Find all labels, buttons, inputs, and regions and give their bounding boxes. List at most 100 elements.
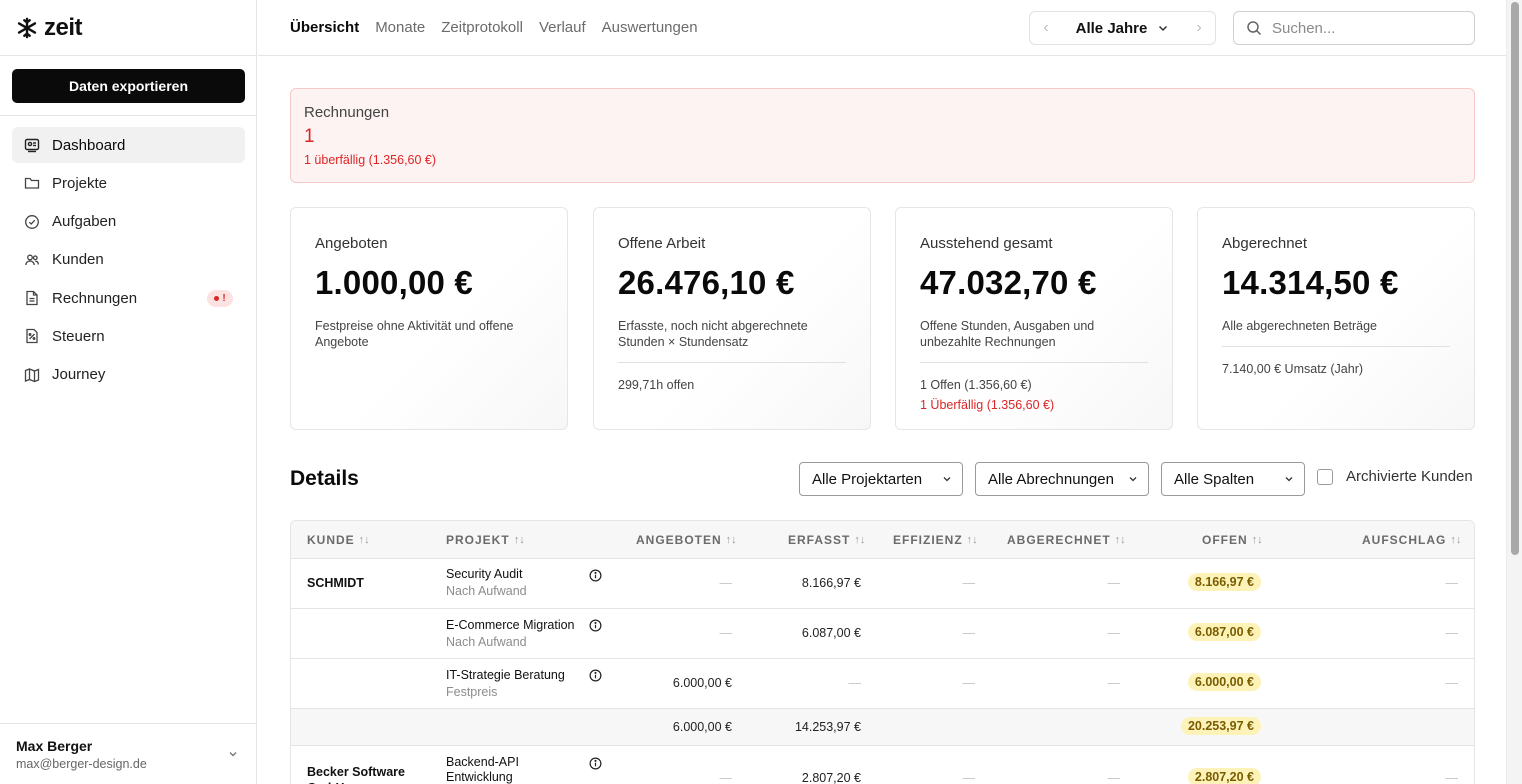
project-name: IT-Strategie Beratung bbox=[446, 668, 565, 682]
invoice-alert[interactable]: Rechnungen 1 1 überfällig (1.356,60 €) bbox=[290, 88, 1475, 183]
project-cell[interactable]: Security Audit Nach Aufwand bbox=[446, 567, 527, 598]
column-header-kunde[interactable]: KUNDE ↑↓ bbox=[307, 533, 370, 547]
project-type: Nach Aufwand bbox=[446, 584, 527, 598]
column-header-offen[interactable]: OFFEN ↑↓ bbox=[1202, 533, 1263, 547]
sidebar-item-kunden[interactable]: Kunden bbox=[12, 242, 245, 278]
card-divider bbox=[1222, 346, 1450, 347]
header-label: ERFASST bbox=[788, 533, 851, 547]
archived-customers-toggle[interactable]: Archivierte Kunden bbox=[1317, 468, 1473, 485]
subtotal-recorded: 14.253,97 € bbox=[794, 720, 861, 734]
customer-name[interactable]: SCHMIDT bbox=[307, 576, 364, 590]
stat-card-offene-arbeit: Offene Arbeit 26.476,10 € Erfasste, noch… bbox=[593, 207, 871, 430]
sidebar-item-aufgaben[interactable]: Aufgaben bbox=[12, 204, 245, 240]
info-icon[interactable] bbox=[589, 669, 602, 682]
card-description: Alle abgerechneten Beträge bbox=[1222, 319, 1377, 333]
chevron-right-icon[interactable]: › bbox=[1183, 19, 1215, 37]
offered-value: — bbox=[719, 576, 733, 590]
archived-checkbox[interactable] bbox=[1317, 468, 1333, 485]
efficiency-value: — bbox=[962, 626, 976, 640]
alert-title: Rechnungen bbox=[304, 104, 390, 121]
card-description: Offene Stunden, Ausgaben und unbezahlte … bbox=[920, 319, 1095, 349]
sidebar: zeit Daten exportieren Dashboard Projekt… bbox=[0, 0, 257, 784]
tab-verlauf[interactable]: Verlauf bbox=[539, 19, 586, 36]
card-label: Offene Arbeit bbox=[618, 235, 706, 252]
sort-icon: ↑↓ bbox=[1114, 534, 1126, 546]
subtotal-open-badge: 20.253,97 € bbox=[1180, 717, 1261, 735]
tab-uebersicht[interactable]: Übersicht bbox=[290, 19, 359, 36]
chevron-down-icon bbox=[229, 752, 237, 757]
sidebar-item-steuern[interactable]: Steuern bbox=[12, 318, 245, 354]
project-name: E-Commerce Migration bbox=[446, 618, 575, 632]
project-name[interactable]: Backend-API Entwicklung bbox=[446, 755, 566, 784]
scrollbar-thumb[interactable] bbox=[1511, 2, 1519, 555]
card-value: 47.032,70 € bbox=[920, 264, 1097, 301]
sort-icon: ↑↓ bbox=[966, 534, 978, 546]
table-header: KUNDE ↑↓ PROJEKT ↑↓ ANGEBOTEN ↑↓ ERFASST ↑↓ … bbox=[291, 521, 1474, 559]
sidebar-item-label: Journey bbox=[52, 366, 106, 384]
table-row[interactable]: E-Commerce Migration Nach Aufwand — 6.08… bbox=[291, 609, 1474, 659]
open-amount-badge: 6.000,00 € bbox=[1187, 673, 1261, 691]
sidebar-divider bbox=[0, 115, 257, 116]
column-header-angeboten[interactable]: ANGEBOTEN ↑↓ bbox=[636, 533, 737, 547]
card-value: 26.476,10 € bbox=[618, 264, 795, 301]
billing-filter[interactable]: Alle Abrechnungen bbox=[975, 462, 1149, 496]
project-cell[interactable]: IT-Strategie Beratung Festpreis bbox=[446, 668, 565, 699]
search-input[interactable] bbox=[1272, 19, 1462, 37]
sidebar-item-label: Projekte bbox=[52, 174, 108, 192]
project-type-filter[interactable]: Alle Projektarten bbox=[799, 462, 963, 496]
columns-filter[interactable]: Alle Spalten bbox=[1161, 462, 1305, 496]
table-row[interactable]: Becker Software GmbH Backend-API Entwick… bbox=[291, 746, 1474, 784]
info-icon[interactable] bbox=[589, 619, 602, 632]
header-label: AUFSCHLAG bbox=[1362, 533, 1447, 547]
header-label: EFFIZIENZ bbox=[893, 533, 963, 547]
export-data-button[interactable]: Daten exportieren bbox=[12, 69, 245, 103]
sidebar-item-projekte[interactable]: Projekte bbox=[12, 165, 245, 201]
sidebar-item-label: Aufgaben bbox=[52, 213, 117, 231]
column-header-erfasst[interactable]: ERFASST ↑↓ bbox=[788, 533, 865, 547]
page-scrollbar[interactable] bbox=[1506, 0, 1522, 784]
user-name: Max Berger bbox=[16, 738, 93, 754]
card-footer: 7.140,00 € Umsatz (Jahr) bbox=[1222, 362, 1364, 376]
customer-name[interactable]: Becker Software GmbH bbox=[307, 764, 417, 784]
card-label: Ausstehend gesamt bbox=[920, 235, 1053, 252]
top-bar: Übersicht Monate Zeitprotokoll Verlauf A… bbox=[258, 0, 1506, 56]
efficiency-value: — bbox=[962, 771, 976, 784]
efficiency-value: — bbox=[962, 676, 976, 690]
column-header-aufschlag[interactable]: AUFSCHLAG ↑↓ bbox=[1362, 533, 1461, 547]
select-value: Alle Projektarten bbox=[812, 470, 923, 488]
card-divider bbox=[920, 362, 1148, 363]
chevron-left-icon[interactable]: ‹ bbox=[1030, 19, 1062, 37]
open-amount-badge: 2.807,20 € bbox=[1187, 768, 1261, 784]
sidebar-item-rechnungen[interactable]: Rechnungen ! bbox=[12, 280, 245, 316]
table-row[interactable]: SCHMIDT Security Audit Nach Aufwand — 8.… bbox=[291, 559, 1474, 609]
info-icon[interactable] bbox=[589, 757, 602, 770]
sidebar-item-dashboard[interactable]: Dashboard bbox=[12, 127, 245, 163]
column-header-abgerechnet[interactable]: ABGERECHNET ↑↓ bbox=[1007, 533, 1126, 547]
column-header-projekt[interactable]: PROJEKT ↑↓ bbox=[446, 533, 525, 547]
billed-value: — bbox=[1107, 626, 1121, 640]
open-amount-badge: 8.166,97 € bbox=[1187, 573, 1261, 591]
chevron-down-icon bbox=[943, 477, 951, 482]
tab-auswertungen[interactable]: Auswertungen bbox=[602, 19, 698, 36]
tab-monate[interactable]: Monate bbox=[375, 19, 425, 36]
tab-zeitprotokoll[interactable]: Zeitprotokoll bbox=[441, 19, 523, 36]
invoice-icon bbox=[24, 290, 40, 306]
sidebar-item-journey[interactable]: Journey bbox=[12, 357, 245, 393]
brand[interactable]: zeit bbox=[0, 0, 256, 56]
open-amount-badge: 6.087,00 € bbox=[1187, 623, 1261, 641]
header-label: OFFEN bbox=[1202, 533, 1248, 547]
card-value: 1.000,00 € bbox=[315, 264, 473, 301]
table-row[interactable]: IT-Strategie Beratung Festpreis 6.000,00… bbox=[291, 659, 1474, 709]
info-icon[interactable] bbox=[589, 569, 602, 582]
card-label: Angeboten bbox=[315, 235, 388, 252]
project-cell[interactable]: E-Commerce Migration Nach Aufwand bbox=[446, 618, 575, 649]
recorded-value: 2.807,20 € bbox=[801, 771, 861, 784]
stat-card-abgerechnet: Abgerechnet 14.314,50 € Alle abgerechnet… bbox=[1197, 207, 1475, 430]
card-footer: 299,71h offen bbox=[618, 378, 695, 392]
open-invoices-text: 1 Offen (1.356,60 €) bbox=[920, 378, 1032, 392]
card-description: Erfasste, noch nicht abgerechnete Stunde… bbox=[618, 319, 808, 349]
user-menu[interactable]: Max Berger max@berger-design.de bbox=[0, 723, 257, 784]
offered-value: 6.000,00 € bbox=[672, 676, 732, 690]
column-header-effizienz[interactable]: EFFIZIENZ ↑↓ bbox=[893, 533, 978, 547]
year-dropdown[interactable]: Alle Jahre bbox=[1062, 20, 1183, 37]
